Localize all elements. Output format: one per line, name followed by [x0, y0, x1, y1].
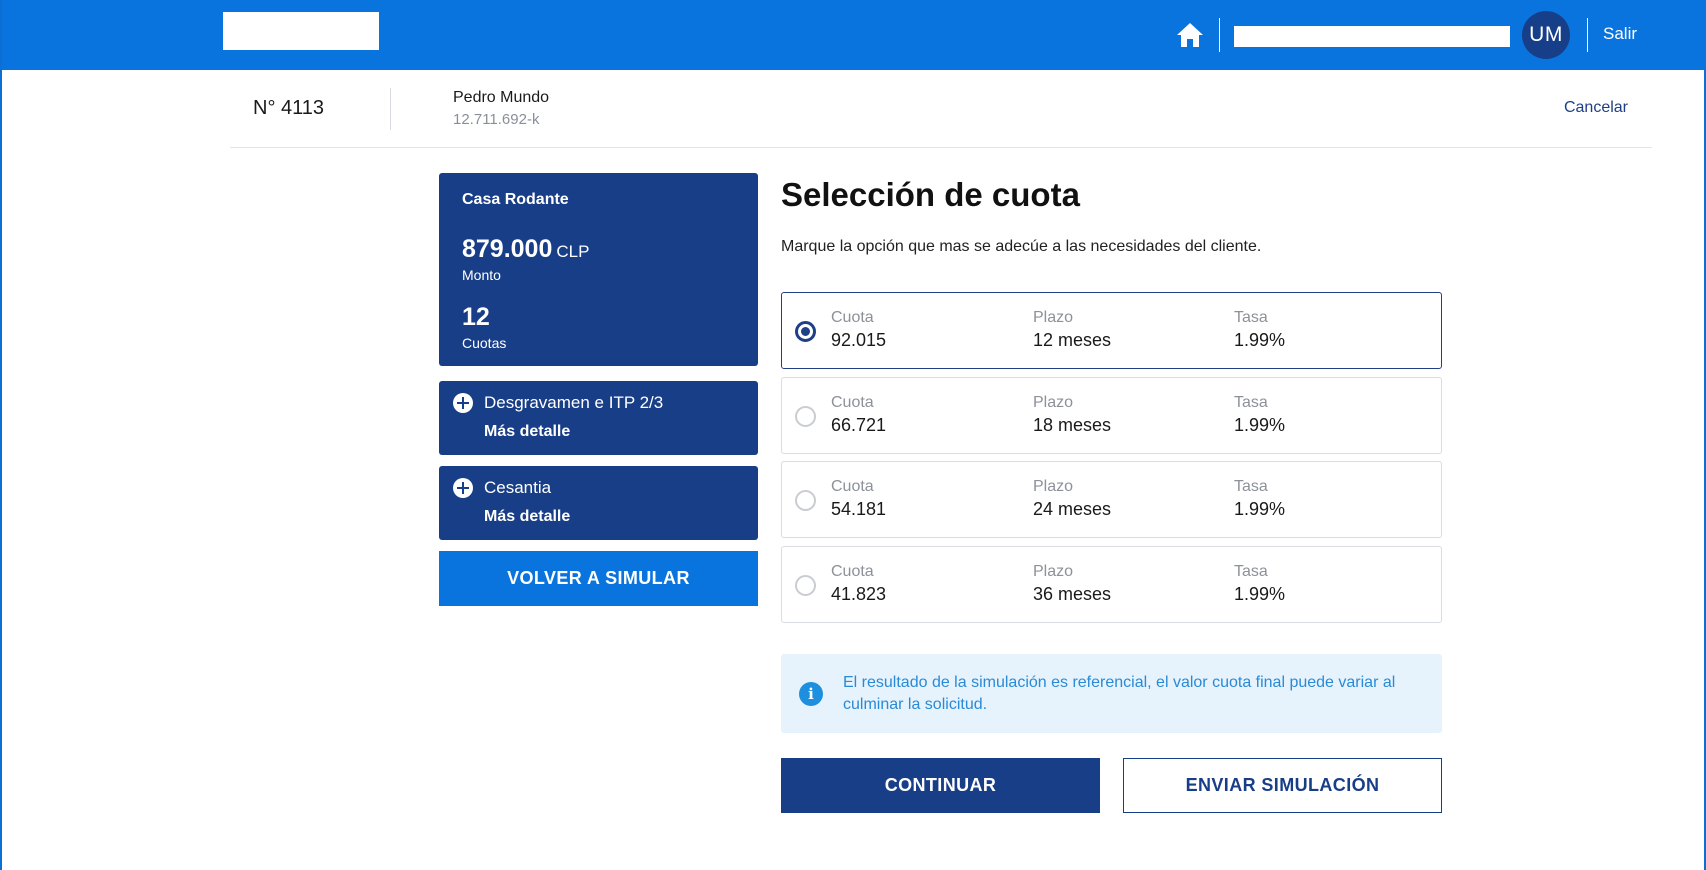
tasa-value: 1.99% — [1234, 499, 1286, 519]
option-cuota: Cuota 41.823 — [831, 563, 886, 605]
cuota-label: Cuota — [831, 478, 874, 495]
logo-placeholder — [223, 12, 379, 50]
option-tasa: Tasa 1.99% — [1234, 478, 1285, 520]
tasa-value: 1.99% — [1234, 330, 1286, 350]
loan-summary-card: Casa Rodante 879.000 CLP Monto 12 Cuotas — [439, 173, 758, 366]
tasa-label: Tasa — [1234, 563, 1268, 580]
plazo-value: 18 meses — [1033, 415, 1112, 435]
tasa-label: Tasa — [1234, 309, 1268, 326]
tasa-label: Tasa — [1234, 478, 1268, 495]
radio-icon[interactable] — [795, 406, 816, 427]
user-name-placeholder — [1234, 26, 1510, 47]
continue-button[interactable]: CONTINUAR — [781, 758, 1100, 813]
radio-icon[interactable] — [795, 575, 816, 596]
more-detail-link[interactable]: Más detalle — [484, 423, 570, 441]
plazo-label: Plazo — [1033, 309, 1074, 326]
logout-link[interactable]: Salir — [1603, 24, 1637, 44]
insurance-card-desgravamen: Desgravamen e ITP 2/3 Más detalle — [439, 381, 758, 455]
plazo-label: Plazo — [1033, 478, 1074, 495]
client-name: Pedro Mundo — [453, 89, 550, 106]
client-rut: 12.711.692-k — [453, 111, 540, 128]
order-number: N° 4113 — [253, 97, 325, 119]
notice-text: El resultado de la simulación es referen… — [843, 674, 1396, 713]
plazo-label: Plazo — [1033, 563, 1074, 580]
amount-row: 879.000 CLP — [462, 235, 589, 264]
page-title: Selección de cuota — [781, 176, 1080, 213]
option-plazo: Plazo 36 meses — [1033, 563, 1111, 605]
page: UM Salir N° 4113 Pedro Mundo 12.711.692-… — [0, 0, 1706, 870]
top-bar: UM Salir — [2, 0, 1706, 70]
radio-icon[interactable] — [795, 321, 816, 342]
cuota-label: Cuota — [831, 394, 874, 411]
option-cuota: Cuota 66.721 — [831, 394, 886, 436]
tasa-value: 1.99% — [1234, 415, 1286, 435]
cuota-value: 41.823 — [831, 584, 887, 604]
option-cuota: Cuota 54.181 — [831, 478, 886, 520]
page-subtitle: Marque la opción que mas se adecúe a las… — [781, 238, 1262, 255]
radio-icon[interactable] — [795, 490, 816, 511]
installments-caption: Cuotas — [462, 335, 507, 351]
cuota-value: 66.721 — [831, 415, 887, 435]
option-plazo: Plazo 24 meses — [1033, 478, 1111, 520]
tasa-value: 1.99% — [1234, 584, 1286, 604]
cancel-link[interactable]: Cancelar — [1564, 99, 1628, 117]
cuota-label: Cuota — [831, 309, 874, 326]
plazo-value: 24 meses — [1033, 499, 1112, 519]
plus-circle-icon[interactable] — [453, 478, 473, 498]
info-notice: i El resultado de la simulación es refer… — [781, 654, 1442, 733]
installment-option[interactable]: Cuota 92.015 Plazo 12 meses Tasa 1.99% — [781, 292, 1442, 369]
plus-circle-icon[interactable] — [453, 393, 473, 413]
option-cuota: Cuota 92.015 — [831, 309, 886, 351]
installments-value: 12 — [462, 303, 490, 331]
product-name: Casa Rodante — [462, 191, 569, 208]
more-detail-link[interactable]: Más detalle — [484, 508, 570, 526]
client-header: N° 4113 Pedro Mundo 12.711.692-k Cancela… — [230, 70, 1652, 148]
amount-caption: Monto — [462, 267, 501, 283]
installment-option[interactable]: Cuota 54.181 Plazo 24 meses Tasa 1.99% — [781, 461, 1442, 538]
installment-option[interactable]: Cuota 66.721 Plazo 18 meses Tasa 1.99% — [781, 377, 1442, 454]
avatar[interactable]: UM — [1522, 11, 1570, 59]
plazo-label: Plazo — [1033, 394, 1074, 411]
cuota-label: Cuota — [831, 563, 874, 580]
option-tasa: Tasa 1.99% — [1234, 563, 1285, 605]
send-simulation-button[interactable]: ENVIAR SIMULACIÓN — [1123, 758, 1442, 813]
cuota-value: 54.181 — [831, 499, 887, 519]
option-tasa: Tasa 1.99% — [1234, 394, 1285, 436]
resimulate-button[interactable]: VOLVER A SIMULAR — [439, 551, 758, 606]
insurance-title: Cesantia — [484, 478, 552, 497]
installment-option[interactable]: Cuota 41.823 Plazo 36 meses Tasa 1.99% — [781, 546, 1442, 623]
cuota-value: 92.015 — [831, 330, 887, 350]
plazo-value: 36 meses — [1033, 584, 1112, 604]
option-plazo: Plazo 12 meses — [1033, 309, 1111, 351]
tasa-label: Tasa — [1234, 394, 1268, 411]
header-divider — [1587, 18, 1588, 52]
amount-value: 879.000 — [462, 235, 553, 263]
header-divider — [1219, 18, 1220, 52]
plazo-value: 12 meses — [1033, 330, 1112, 350]
amount-currency: CLP — [556, 242, 590, 261]
insurance-title: Desgravamen e ITP 2/3 — [484, 393, 664, 412]
info-icon: i — [799, 682, 823, 706]
home-icon[interactable] — [1174, 20, 1206, 50]
client-divider — [390, 88, 391, 130]
option-plazo: Plazo 18 meses — [1033, 394, 1111, 436]
insurance-card-cesantia: Cesantia Más detalle — [439, 466, 758, 540]
option-tasa: Tasa 1.99% — [1234, 309, 1285, 351]
